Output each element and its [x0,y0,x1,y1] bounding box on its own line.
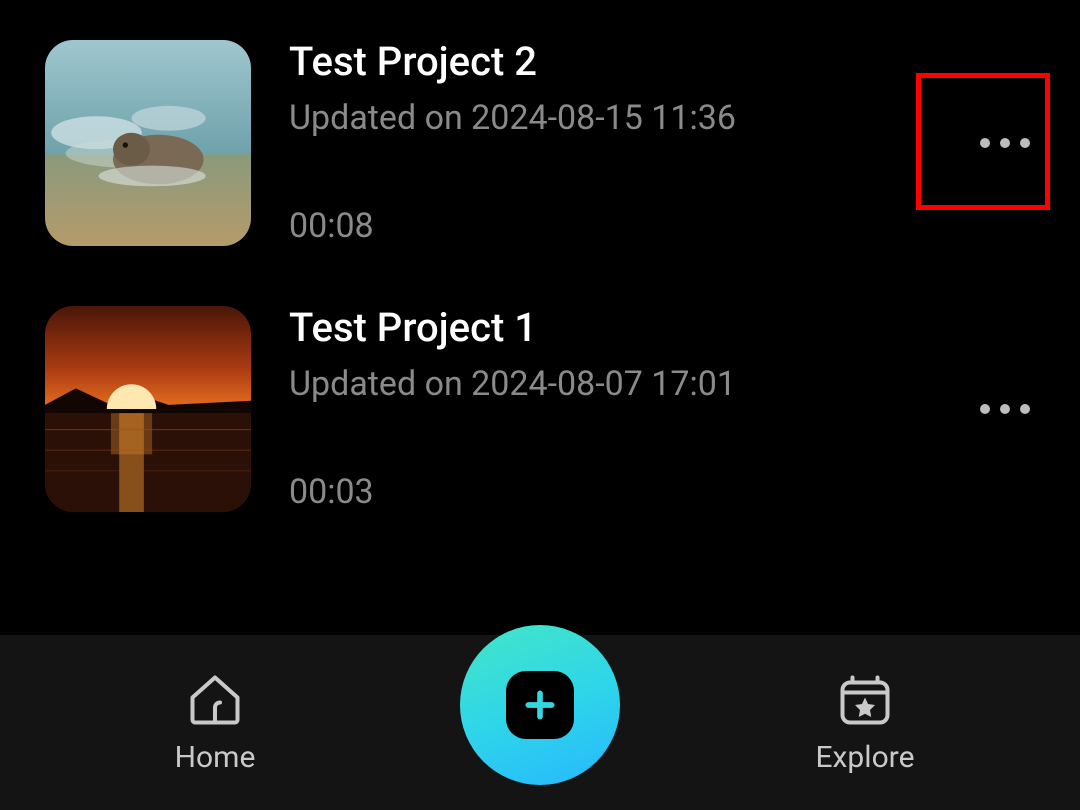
project-thumbnail[interactable] [45,40,251,246]
project-title: Test Project 1 [289,306,975,350]
project-list: Test Project 2 Updated on 2024-08-15 11:… [0,0,1080,512]
more-icon [980,138,1030,148]
bottom-nav: Home E [0,630,1080,810]
project-more-button[interactable] [975,306,1035,512]
nav-home[interactable]: Home [0,670,430,775]
project-updated: Updated on 2024-08-07 17:01 [289,364,975,404]
nav-create [430,643,650,803]
nav-explore-label: Explore [816,740,915,775]
home-icon [185,670,245,730]
project-info: Test Project 1 Updated on 2024-08-07 17:… [251,306,975,512]
plus-icon [506,671,574,739]
explore-icon [835,670,895,730]
project-duration: 00:08 [289,206,975,246]
screen: Test Project 2 Updated on 2024-08-15 11:… [0,0,1080,810]
nav-home-label: Home [175,740,256,775]
project-info: Test Project 2 Updated on 2024-08-15 11:… [251,40,975,246]
project-item[interactable]: Test Project 1 Updated on 2024-08-07 17:… [45,306,1035,512]
project-updated: Updated on 2024-08-15 11:36 [289,98,975,138]
project-thumbnail[interactable] [45,306,251,512]
nav-explore[interactable]: Explore [650,670,1080,775]
create-button[interactable] [460,625,620,785]
project-item[interactable]: Test Project 2 Updated on 2024-08-15 11:… [45,40,1035,246]
project-title: Test Project 2 [289,40,975,84]
project-duration: 00:03 [289,472,975,512]
project-more-button[interactable] [975,40,1035,246]
more-icon [980,404,1030,414]
